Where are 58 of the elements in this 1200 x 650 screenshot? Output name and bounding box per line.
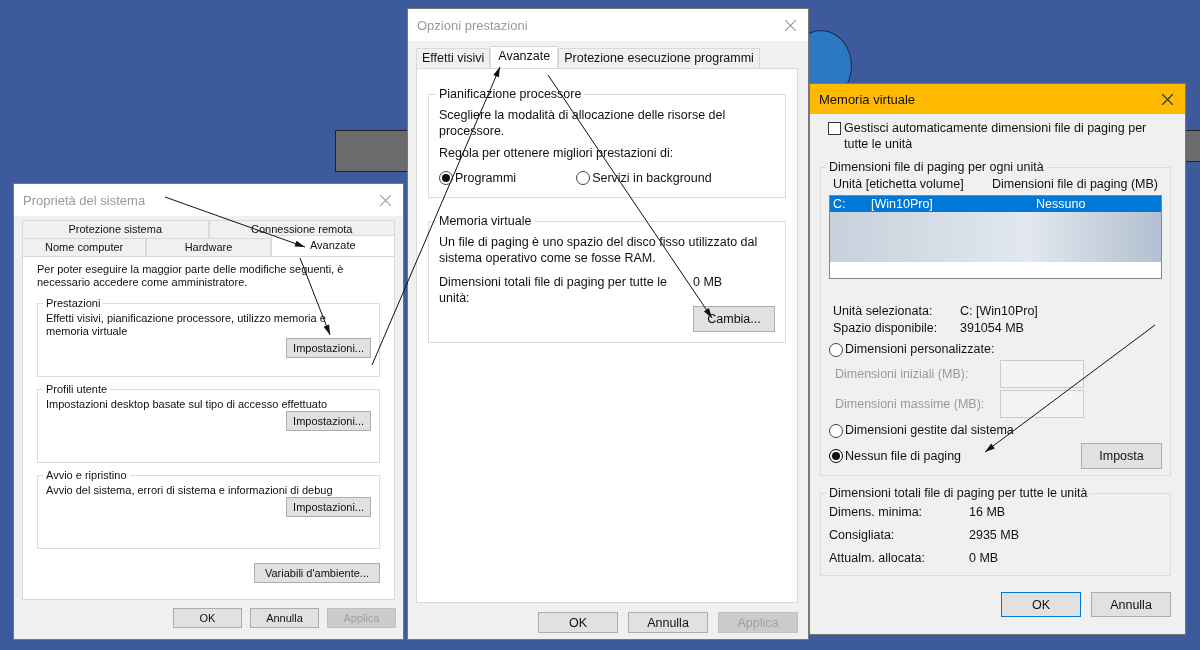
- tab[interactable]: Hardware: [146, 238, 271, 256]
- group-description: Avvio del sistema, errori di sistema e informazioni di debug: [46, 484, 334, 497]
- environment-variables-button[interactable]: Variabili d'ambiente...: [254, 563, 380, 583]
- radio-button[interactable]: Nessun file di paging: [829, 447, 962, 465]
- group-description: Effetti visivi, pianificazione processore, utilizzo memoria e memoria virtuale: [46, 312, 327, 338]
- group-description: Impostazioni desktop basate sul tipo di accesso effettuato: [46, 398, 329, 411]
- checkbox[interactable]: Gestisci automaticamente dimensioni file di paging per tutte le unità: [828, 120, 1171, 152]
- settings-button[interactable]: Impostazioni...: [286, 411, 371, 431]
- tab[interactable]: Connessione remota: [208, 220, 395, 238]
- total-label: Attualm. allocata:: [829, 550, 926, 567]
- dialog-button[interactable]: Annulla: [1091, 592, 1171, 617]
- group-title: Memoria virtuale: [438, 214, 533, 228]
- tab[interactable]: Nome computer: [22, 238, 147, 256]
- drive-row[interactable]: C: [Win10Pro] Nessuno: [830, 196, 1161, 212]
- settings-button[interactable]: Impostazioni...: [286, 497, 371, 517]
- description-text: Un file di paging è uno spazio del disco fisso utilizzato dal sistema operativo come se fosse RAM.: [439, 234, 759, 266]
- description-text: Scegliere la modalità di allocazione delle risorse del processore.: [439, 107, 727, 139]
- total-size-label: Dimensioni totali file di paging per tutte le unità:: [439, 274, 668, 306]
- dialog-button[interactable]: Annulla: [628, 612, 708, 633]
- column-header: Dimensioni file di paging (MB): [991, 176, 1158, 193]
- input-field[interactable]: [1000, 360, 1084, 388]
- info-value: C: [Win10Pro]: [960, 303, 1039, 320]
- total-value: 0 MB: [969, 550, 1000, 567]
- column-header: Unità [etichetta volume]: [833, 176, 964, 193]
- window-title: Proprietà del sistema: [23, 192, 146, 208]
- info-label: Unità selezionata:: [833, 303, 934, 320]
- info-label: Spazio disponibile:: [833, 320, 939, 337]
- close-icon[interactable]: [1162, 93, 1173, 105]
- group-title: Dimensioni file di paging per ogni unità: [828, 160, 1045, 174]
- info-value: 391054 MB: [960, 320, 1025, 337]
- total-label: Dimens. minima:: [829, 504, 924, 521]
- settings-button[interactable]: Impostazioni...: [286, 338, 371, 358]
- dialog-button[interactable]: Annulla: [250, 608, 319, 628]
- field-label: Dimensioni massime (MB):: [835, 397, 986, 411]
- radio-button[interactable]: Programmi: [439, 171, 517, 185]
- group-title: Prestazioni: [45, 297, 102, 309]
- total-value: 16 MB: [969, 504, 1007, 521]
- prompt-text: Regola per ottenere migliori prestazioni di:: [439, 145, 675, 161]
- window-title: Opzioni prestazioni: [417, 17, 528, 33]
- group-title: Avvio e ripristino: [45, 469, 128, 481]
- total-label: Consigliata:: [829, 527, 896, 544]
- tab[interactable]: Avanzate: [270, 235, 395, 256]
- group-title: Profili utente: [45, 383, 109, 395]
- input-field[interactable]: [1000, 390, 1084, 418]
- group-title: Dimensioni totali file di paging per tutte le unità: [828, 486, 1089, 500]
- radio-button[interactable]: Dimensioni personalizzate:: [829, 341, 995, 358]
- dialog-button[interactable]: OK: [538, 612, 618, 633]
- dialog-button[interactable]: OK: [1001, 592, 1081, 617]
- tab[interactable]: Avanzate: [490, 46, 559, 68]
- set-button[interactable]: Imposta: [1081, 443, 1162, 469]
- dialog-button[interactable]: OK: [173, 608, 242, 628]
- field-label: Dimensioni iniziali (MB):: [835, 367, 970, 381]
- total-value: 2935 MB: [969, 527, 1021, 544]
- window-title: Memoria virtuale: [819, 91, 916, 107]
- total-size-value: 0 MB: [693, 274, 723, 291]
- radio-button[interactable]: Dimensioni gestite dal sistema: [829, 422, 1014, 439]
- change-button[interactable]: Cambia...: [693, 306, 775, 332]
- tab[interactable]: Protezione sistema: [22, 220, 209, 238]
